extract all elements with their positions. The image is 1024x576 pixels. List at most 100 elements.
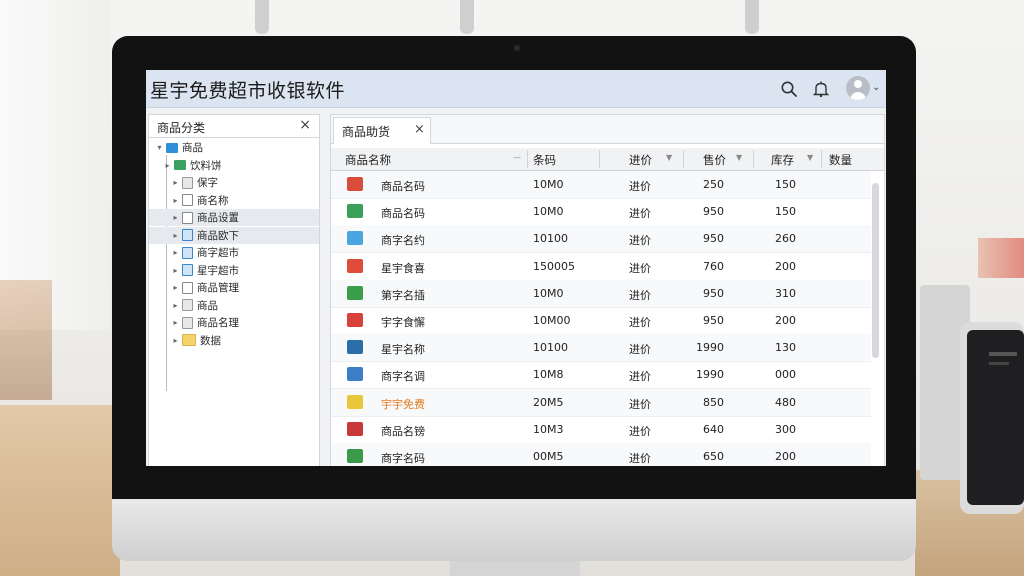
tree-item[interactable]: ▸ 商名称 (149, 192, 319, 209)
product-thumbnail-icon (347, 285, 363, 300)
product-name: 第字名插 (381, 288, 425, 302)
table-row[interactable]: 星宇食喜 150005 进价 760 200 (331, 253, 871, 281)
tree-item[interactable]: ▸ 星宇超市 (149, 262, 319, 279)
purchase-price: 760 (703, 259, 724, 273)
table-row[interactable]: 商字名码 00M5 进价 650 200 (331, 443, 871, 466)
tree-item-label: 商品设置 (197, 212, 239, 224)
column-divider (821, 150, 822, 168)
tree-item-label: 数据 (200, 334, 221, 347)
tree-item[interactable]: ▸ 商品名理 (149, 314, 319, 331)
tree-item[interactable]: ▸ 商品欧下 (149, 226, 319, 244)
monitor-chin (112, 499, 916, 561)
table-row[interactable]: 星宇名称 10100 进价 1990 130 (331, 334, 871, 363)
sort-icon[interactable]: — (513, 153, 521, 162)
bell-icon[interactable] (810, 78, 832, 100)
product-name: 宇字食懈 (381, 316, 425, 329)
sell-price: 000 (775, 368, 796, 382)
table-row[interactable]: 商品名码 10M0 进价 950 150 (331, 198, 871, 227)
product-thumbnail-icon (347, 204, 363, 219)
collapse-icon[interactable]: ▸ (171, 178, 180, 187)
table-row[interactable]: 宇宇免费 20M5 进价 850 480 (331, 388, 871, 417)
sell-price: 480 (775, 395, 796, 409)
table-row[interactable]: 第字名插 10M0 进价 950 310 (331, 279, 871, 308)
collapse-icon[interactable]: ▸ (171, 248, 180, 257)
collapse-icon[interactable]: ▸ (171, 196, 180, 205)
product-thumbnail-icon (347, 177, 363, 191)
table-row[interactable]: 商字名约 10100 进价 950 260 (331, 225, 871, 254)
document-icon (182, 211, 193, 224)
product-thumbnail-icon (347, 367, 363, 382)
search-icon[interactable] (778, 78, 800, 100)
collapse-icon[interactable]: ▸ (171, 213, 180, 222)
table-body: 商品名码 10M0 进价 250 150 商品名码 10M0 进价 950 150 商字名约 1010… (331, 171, 871, 466)
product-thumbnail-icon (347, 394, 363, 409)
purchase-price: 950 (703, 232, 724, 246)
column-header-qty[interactable]: 数量 (829, 152, 852, 168)
table-row[interactable]: 商品名镑 10M3 进价 640 300 (331, 416, 871, 444)
table-row[interactable]: 商品名码 10M0 进价 250 150 (331, 171, 871, 199)
purchase-price: 850 (703, 395, 724, 409)
product-thumbnail-icon (347, 340, 363, 355)
app-window: 星宇免费超市收银软件 ⌄ 商品分类 × ▾ 商品 ▸ 饮料饼 ▸ 保字 ▸ 商名称 ▸ 商品设置 ▸… (146, 70, 886, 466)
collapse-icon[interactable]: ▸ (171, 266, 180, 275)
collapse-icon[interactable]: ▸ (171, 318, 180, 327)
folder-icon (182, 334, 196, 346)
sort-icon[interactable]: ▼ (807, 153, 813, 162)
purchase-price: 250 (703, 178, 724, 191)
collapse-icon[interactable]: ▸ (163, 161, 172, 170)
close-icon[interactable]: × (414, 122, 425, 137)
user-avatar-icon[interactable] (846, 76, 870, 100)
document-icon (182, 246, 193, 259)
column-header-code[interactable]: 条码 (533, 152, 556, 168)
sell-price: 200 (775, 314, 796, 327)
sell-price: 200 (775, 450, 796, 463)
tab-product[interactable]: 商品助货 × (333, 117, 431, 144)
background-desk (0, 405, 120, 576)
column-header-stock[interactable]: 库存 (771, 152, 794, 168)
sort-icon[interactable]: ▼ (666, 153, 672, 162)
collapse-icon[interactable]: ▸ (171, 231, 180, 240)
folder-icon (166, 142, 178, 153)
collapse-icon[interactable]: ▸ (171, 283, 180, 292)
product-code: 10M0 (533, 178, 564, 191)
expand-icon[interactable]: ▾ (155, 143, 164, 152)
product-code: 20M5 (533, 395, 564, 409)
product-thumbnail-icon (347, 258, 363, 273)
product-name: 商字名调 (381, 370, 425, 384)
product-name: 商品名码 (381, 207, 425, 221)
background-shelf (978, 238, 1024, 278)
tree-item[interactable]: ▸ 数据 (149, 332, 319, 349)
price-type: 进价 (629, 397, 651, 411)
price-type: 进价 (629, 180, 651, 193)
close-icon[interactable]: × (299, 117, 311, 133)
column-header-sell[interactable]: 售价 (703, 152, 726, 168)
background-lamp (745, 0, 759, 34)
tree-item[interactable]: ▸ 保字 (149, 174, 319, 191)
purchase-price: 640 (703, 422, 724, 436)
tree-item[interactable]: ▸ 商字超市 (149, 244, 319, 261)
column-header-name[interactable]: 商品名称 (345, 152, 391, 168)
sort-icon[interactable]: ▼ (736, 153, 742, 162)
tree-item[interactable]: ▸ 商品管理 (149, 279, 319, 296)
purchase-price: 1990 (696, 341, 724, 355)
tree-item-label: 星宇超市 (197, 264, 239, 277)
app-title: 星宇免费超市收银软件 (150, 80, 346, 102)
table-row[interactable]: 商字名调 10M8 进价 1990 000 (331, 361, 871, 390)
product-name: 星宇名称 (381, 343, 425, 357)
chevron-down-icon[interactable]: ⌄ (872, 82, 880, 93)
table-row[interactable]: 宇字食懈 10M00 进价 950 200 (331, 307, 871, 335)
collapse-icon[interactable]: ▸ (171, 336, 180, 345)
product-thumbnail-icon (347, 449, 363, 463)
category-panel: 商品分类 × ▾ 商品 ▸ 饮料饼 ▸ 保字 ▸ 商名称 ▸ 商品设置 ▸ 商品欧下 ▸ 商字超市 ▸ 星宇超… (148, 114, 320, 466)
collapse-icon[interactable]: ▸ (171, 301, 180, 310)
monitor-stand (450, 561, 580, 576)
tree-item[interactable]: ▾ 商品 (149, 139, 319, 156)
tree-item[interactable]: ▸ 商品 (149, 297, 319, 314)
product-name: 商品名镑 (381, 424, 425, 438)
tree-item[interactable]: ▸ 商品设置 (149, 209, 319, 226)
tree-item[interactable]: ▸ 饮料饼 (149, 157, 319, 174)
column-header-type[interactable]: 进价 (629, 152, 652, 168)
column-divider (753, 150, 754, 168)
vertical-scrollbar[interactable] (872, 183, 879, 358)
product-code: 00M5 (533, 450, 564, 463)
